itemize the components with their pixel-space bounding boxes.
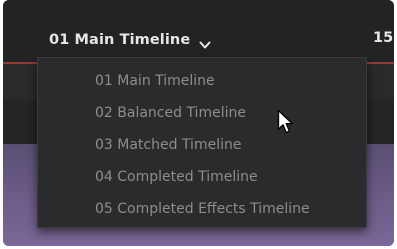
menu-item-balanced-timeline[interactable]: 02 Balanced Timeline <box>38 97 366 129</box>
timecode-display: 15: <box>373 30 394 46</box>
menu-item-main-timeline[interactable]: 01 Main Timeline <box>38 65 366 97</box>
timeline-selector-dropdown[interactable]: 01 Main Timeline <box>49 29 211 51</box>
chevron-down-icon <box>199 35 211 49</box>
timeline-menu-list: 01 Main Timeline 02 Balanced Timeline 03… <box>38 58 366 225</box>
timeline-dropdown-menu: 01 Main Timeline 02 Balanced Timeline 03… <box>37 57 367 228</box>
timeline-selector-label: 01 Main Timeline <box>49 32 191 48</box>
menu-item-completed-timeline[interactable]: 04 Completed Timeline <box>38 161 366 193</box>
mouse-pointer-icon <box>277 109 295 135</box>
menu-item-matched-timeline[interactable]: 03 Matched Timeline <box>38 129 366 161</box>
menu-item-completed-effects-timeline[interactable]: 05 Completed Effects Timeline <box>38 193 366 225</box>
app-window: 01 Main Timeline 15: 01 Main Timeline 02… <box>3 0 394 246</box>
